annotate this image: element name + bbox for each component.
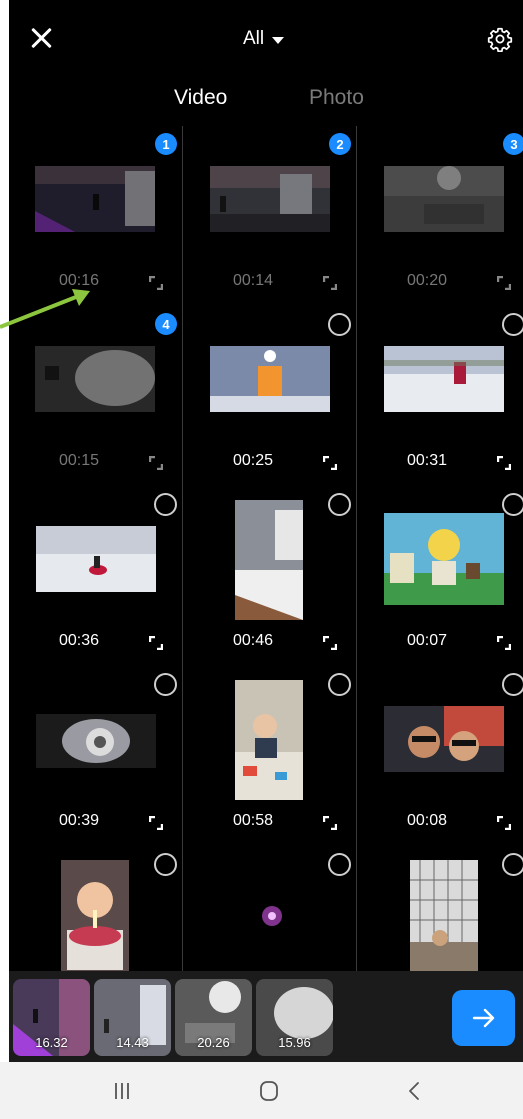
- tab-video[interactable]: Video: [174, 86, 227, 110]
- selected-clip-duration: 15.96: [278, 1035, 311, 1050]
- video-thumbnail: [35, 346, 155, 412]
- expand-icon[interactable]: [323, 276, 337, 290]
- top-bar: All: [9, 0, 523, 80]
- caret-down-icon: [272, 36, 285, 44]
- video-thumbnail: [384, 346, 504, 412]
- video-cell[interactable]: 00:07: [357, 486, 523, 667]
- tab-photo[interactable]: Photo: [309, 86, 364, 110]
- video-thumbnail: [384, 706, 504, 772]
- selection-order-badge[interactable]: 2: [329, 133, 351, 155]
- video-duration: 00:08: [406, 812, 448, 829]
- select-checkbox[interactable]: [154, 493, 177, 516]
- video-cell[interactable]: 00:14 2: [183, 126, 357, 307]
- select-checkbox[interactable]: [328, 673, 351, 696]
- selected-clip-duration: 20.26: [197, 1035, 230, 1050]
- selected-tray: 16.32 14.43 20.26 15.96: [9, 971, 523, 1062]
- expand-icon[interactable]: [497, 276, 511, 290]
- video-thumbnail: [410, 860, 478, 975]
- select-checkbox[interactable]: [154, 853, 177, 876]
- video-duration: 00:58: [232, 812, 274, 829]
- close-icon[interactable]: [29, 26, 53, 50]
- select-checkbox[interactable]: [502, 313, 523, 336]
- selected-clip[interactable]: 15.96: [256, 979, 333, 1056]
- system-nav-bar: [0, 1062, 523, 1119]
- video-duration: 00:46: [232, 632, 274, 649]
- video-duration: 00:20: [406, 272, 448, 289]
- video-duration: 00:07: [406, 632, 448, 649]
- video-cell[interactable]: 00:46: [183, 486, 357, 667]
- select-checkbox[interactable]: [328, 853, 351, 876]
- selection-order-badge[interactable]: 3: [503, 133, 523, 155]
- video-thumbnail: [210, 346, 330, 412]
- video-grid: 00:16 1 00:14 2 00:20 3 00:15 4 00:25 00:31 00:36 0…: [9, 126, 523, 1027]
- select-checkbox[interactable]: [154, 673, 177, 696]
- video-thumbnail: [61, 860, 129, 975]
- video-thumbnail: [36, 526, 156, 592]
- annotation-arrow: [0, 289, 90, 329]
- selected-clip-duration: 14.43: [116, 1035, 149, 1050]
- expand-icon[interactable]: [149, 456, 163, 470]
- video-cell[interactable]: 00:15 4: [9, 306, 183, 487]
- video-cell[interactable]: 00:39: [9, 666, 183, 847]
- album-filter-dropdown[interactable]: All: [243, 26, 285, 52]
- selected-clip[interactable]: 20.26: [175, 979, 252, 1056]
- video-thumbnail: [235, 680, 303, 800]
- video-duration: 00:14: [232, 272, 274, 289]
- expand-icon[interactable]: [497, 816, 511, 830]
- expand-icon[interactable]: [323, 816, 337, 830]
- selected-clip[interactable]: 14.43: [94, 979, 171, 1056]
- video-thumbnail: [35, 166, 155, 232]
- select-checkbox[interactable]: [328, 313, 351, 336]
- video-duration: 00:31: [406, 452, 448, 469]
- select-checkbox[interactable]: [502, 493, 523, 516]
- recents-icon[interactable]: [107, 1076, 137, 1106]
- video-cell[interactable]: 00:08: [357, 666, 523, 847]
- video-cell[interactable]: 00:20 3: [357, 126, 523, 307]
- arrow-right-icon: [472, 1008, 494, 1028]
- app-window: All Video Photo 00:16 1 00:14 2 00:20 3 00:15 4…: [0, 0, 523, 1119]
- video-thumbnail: [384, 513, 504, 605]
- select-checkbox[interactable]: [328, 493, 351, 516]
- home-icon[interactable]: [254, 1076, 284, 1106]
- expand-icon[interactable]: [497, 636, 511, 650]
- album-filter-label: All: [243, 28, 265, 49]
- video-cell[interactable]: 00:25: [183, 306, 357, 487]
- video-duration: 00:36: [58, 632, 100, 649]
- video-thumbnail: [210, 166, 330, 232]
- selected-clip-duration: 16.32: [35, 1035, 68, 1050]
- video-duration: 00:15: [58, 452, 100, 469]
- video-cell[interactable]: 00:58: [183, 666, 357, 847]
- media-type-tabs: Video Photo: [9, 82, 523, 118]
- video-thumbnail: [36, 714, 156, 768]
- video-duration: 00:25: [232, 452, 274, 469]
- video-cell[interactable]: 00:36: [9, 486, 183, 667]
- video-duration: 00:39: [58, 812, 100, 829]
- next-button[interactable]: [452, 990, 515, 1046]
- expand-icon[interactable]: [149, 276, 163, 290]
- video-thumbnail: [210, 886, 330, 952]
- expand-icon[interactable]: [497, 456, 511, 470]
- selected-clip[interactable]: 16.32: [13, 979, 90, 1056]
- selection-order-badge[interactable]: 4: [155, 313, 177, 335]
- select-checkbox[interactable]: [502, 673, 523, 696]
- expand-icon[interactable]: [323, 636, 337, 650]
- media-picker-screen: All Video Photo 00:16 1 00:14 2 00:20 3 00:15 4…: [9, 0, 523, 1062]
- video-thumbnail: [384, 166, 504, 232]
- select-checkbox[interactable]: [502, 853, 523, 876]
- expand-icon[interactable]: [323, 456, 337, 470]
- expand-icon[interactable]: [149, 816, 163, 830]
- back-icon[interactable]: [400, 1076, 430, 1106]
- video-thumbnail: [235, 500, 303, 620]
- expand-icon[interactable]: [149, 636, 163, 650]
- gear-icon[interactable]: [487, 26, 513, 52]
- video-cell[interactable]: 00:31: [357, 306, 523, 487]
- selection-order-badge[interactable]: 1: [155, 133, 177, 155]
